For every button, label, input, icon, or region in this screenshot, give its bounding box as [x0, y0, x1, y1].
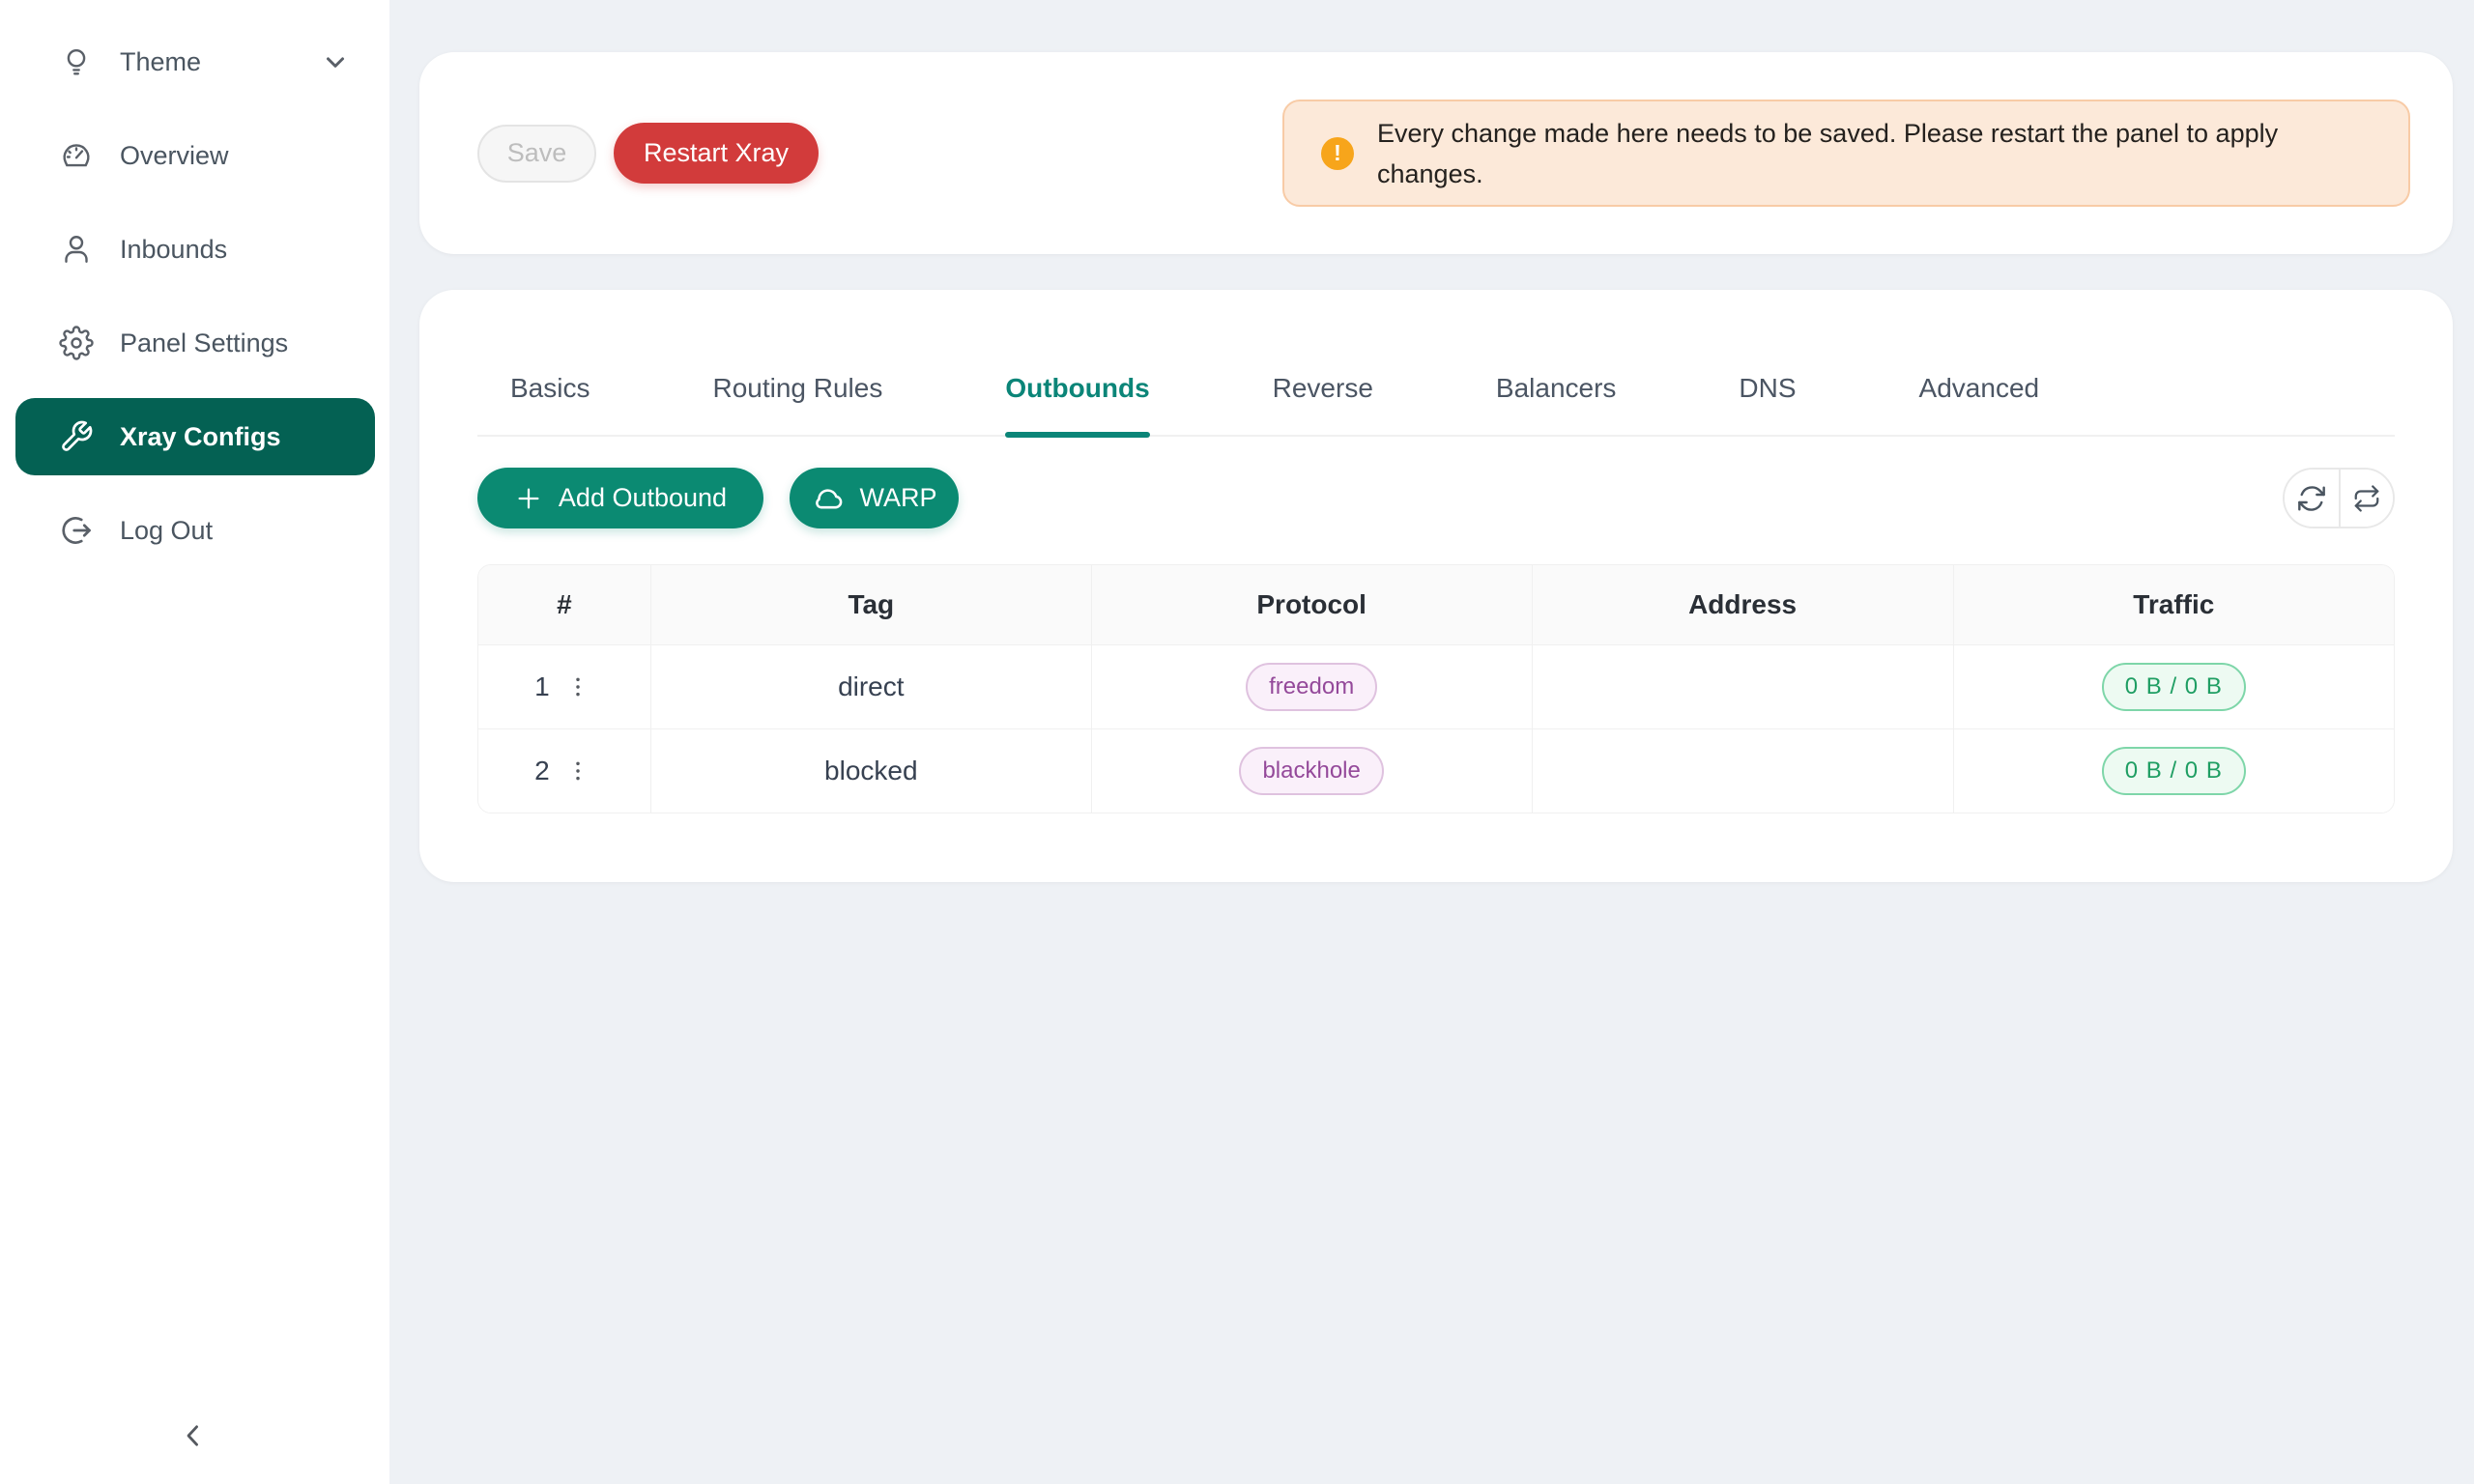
sidebar-item-theme[interactable]: Theme — [15, 23, 375, 100]
traffic-cell: 0 B / 0 B — [1953, 728, 2394, 813]
restart-xray-button[interactable]: Restart Xray — [614, 123, 819, 184]
toolbar-card: Save Restart Xray ! Every change made he… — [419, 52, 2453, 254]
table-header-row: # Tag Protocol Address Traffic — [478, 565, 2394, 644]
row-menu-button[interactable] — [561, 755, 594, 787]
sidebar: Theme Overview — [0, 0, 389, 1484]
address-cell — [1532, 728, 1953, 813]
outbounds-table: # Tag Protocol Address Traffic 1 — [477, 564, 2395, 813]
row-menu-button[interactable] — [561, 671, 594, 703]
warp-button[interactable]: WARP — [790, 468, 959, 528]
sidebar-item-label: Theme — [120, 47, 201, 77]
sidebar-item-label: Panel Settings — [120, 328, 288, 358]
chevron-down-icon — [321, 47, 350, 76]
sidebar-item-label: Log Out — [120, 516, 213, 546]
cloud-icon — [812, 482, 845, 515]
gear-icon — [58, 325, 95, 361]
tab-bar: Basics Routing Rules Outbounds Reverse B… — [477, 290, 2395, 437]
warning-alert: ! Every change made here needs to be sav… — [1282, 100, 2410, 207]
tab-reverse[interactable]: Reverse — [1273, 373, 1373, 435]
sidebar-item-panel-settings[interactable]: Panel Settings — [15, 304, 375, 382]
tab-balancers[interactable]: Balancers — [1496, 373, 1617, 435]
tab-outbounds[interactable]: Outbounds — [1005, 373, 1149, 435]
save-button[interactable]: Save — [477, 125, 596, 183]
ellipsis-vertical-icon — [565, 758, 590, 784]
chevron-left-icon — [177, 1419, 210, 1452]
sidebar-item-label: Overview — [120, 141, 229, 171]
column-header-tag: Tag — [650, 565, 1091, 644]
warning-alert-text: Every change made here needs to be saved… — [1377, 113, 2353, 194]
warning-icon: ! — [1321, 137, 1354, 170]
sidebar-item-xray-configs[interactable]: Xray Configs — [15, 398, 375, 475]
repeat-icon — [2352, 484, 2381, 513]
tab-routing-rules[interactable]: Routing Rules — [712, 373, 882, 435]
protocol-cell: blackhole — [1091, 728, 1532, 813]
column-header-index: # — [478, 565, 650, 644]
table-row: 1 direct freedom — [478, 644, 2394, 728]
tab-advanced[interactable]: Advanced — [1919, 373, 2040, 435]
column-header-traffic: Traffic — [1953, 565, 2394, 644]
protocol-cell: freedom — [1091, 644, 1532, 728]
sidebar-collapse-button[interactable] — [164, 1407, 222, 1465]
lightbulb-icon — [58, 43, 95, 80]
sidebar-item-label: Inbounds — [120, 235, 227, 265]
logout-icon — [58, 512, 95, 549]
sidebar-item-overview[interactable]: Overview — [15, 117, 375, 194]
tab-basics[interactable]: Basics — [510, 373, 590, 435]
refresh-icon — [2296, 483, 2327, 514]
repeat-button[interactable] — [2339, 470, 2393, 527]
main-content: Save Restart Xray ! Every change made he… — [389, 0, 2474, 1484]
ellipsis-vertical-icon — [565, 674, 590, 699]
row-index: 1 — [534, 671, 550, 702]
address-cell — [1532, 644, 1953, 728]
xray-configs-card: Basics Routing Rules Outbounds Reverse B… — [419, 290, 2453, 882]
protocol-badge: blackhole — [1239, 747, 1383, 795]
sidebar-item-inbounds[interactable]: Inbounds — [15, 211, 375, 288]
row-index: 2 — [534, 756, 550, 786]
sidebar-item-log-out[interactable]: Log Out — [15, 492, 375, 569]
wrench-icon — [58, 418, 95, 455]
protocol-badge: freedom — [1246, 663, 1377, 711]
user-icon — [58, 231, 95, 268]
tag-cell: blocked — [650, 728, 1091, 813]
table-row: 2 blocked blackhole — [478, 728, 2394, 813]
plus-icon — [514, 484, 543, 513]
add-outbound-button[interactable]: Add Outbound — [477, 468, 763, 528]
refresh-button[interactable] — [2285, 470, 2339, 527]
traffic-badge: 0 B / 0 B — [2102, 747, 2246, 795]
add-outbound-label: Add Outbound — [559, 483, 727, 513]
traffic-cell: 0 B / 0 B — [1953, 644, 2394, 728]
traffic-badge: 0 B / 0 B — [2102, 663, 2246, 711]
tab-dns[interactable]: DNS — [1739, 373, 1796, 435]
column-header-protocol: Protocol — [1091, 565, 1532, 644]
table-tools-group — [2283, 468, 2395, 528]
warp-label: WARP — [860, 483, 937, 513]
actions-row: Add Outbound WARP — [477, 468, 2395, 528]
gauge-icon — [58, 137, 95, 174]
tag-cell: direct — [650, 644, 1091, 728]
app-root: Theme Overview — [0, 0, 2474, 1484]
sidebar-item-label: Xray Configs — [120, 422, 281, 452]
column-header-address: Address — [1532, 565, 1953, 644]
